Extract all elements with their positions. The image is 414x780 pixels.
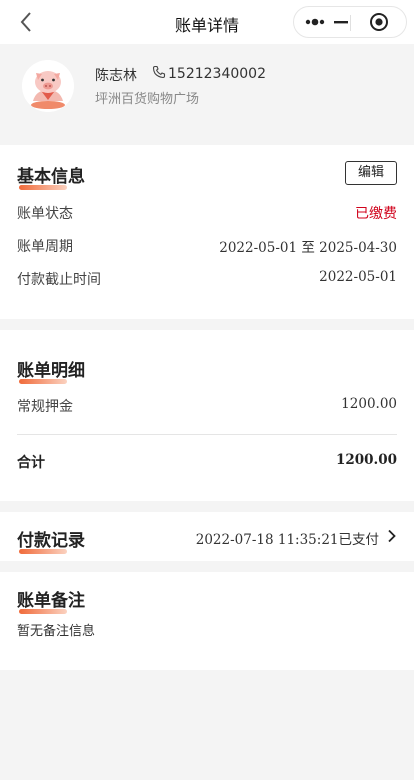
mini-program-capsule [293,6,407,38]
basic-info-card: 基本信息 编辑 账单状态 已缴费 账单周期 2022-05-01 至 2025-… [0,145,414,319]
tenant-address: 坪洲百货购物广场 [95,92,200,107]
total-value: 1200.00 [335,452,397,468]
tenant-profile: 陈志林 15212340002 坪洲百货购物广场 [0,44,414,126]
section-title-bill-detail: 账单明细 [17,356,85,384]
row-label: 账单状态 [17,206,73,222]
tenant-name: 陈志林 [95,68,137,84]
bill-detail-card: 账单明细 常规押金 1200.00 合计 1200.00 [0,330,414,501]
row-value: 2022-05-01 至 2025-04-30 [219,240,397,256]
navigation-bar: 账单详情 [0,0,414,44]
more-dots-icon[interactable] [294,7,350,37]
section-title-basic-info: 基本信息 [17,162,85,190]
target-close-icon[interactable] [351,7,407,37]
phone-icon [152,65,166,83]
remark-card: 账单备注 暂无备注信息 [0,572,414,670]
tenant-phone[interactable]: 15212340002 [152,65,266,83]
payment-record-card[interactable]: 付款记录 2022-07-18 11:35:21已支付 [0,512,414,561]
section-title-remark: 账单备注 [17,586,85,614]
row-label: 付款截止时间 [17,272,101,288]
status-badge: 已缴费 [355,206,397,222]
payment-summary-text: 2022-07-18 11:35:21已支付 [195,532,379,548]
chevron-right-icon [387,529,397,547]
divider [17,434,397,435]
phone-number: 15212340002 [168,66,266,82]
section-title-payment-record: 付款记录 [17,526,85,554]
row-label: 常规押金 [17,399,73,415]
payment-summary[interactable]: 2022-07-18 11:35:21已支付 [196,528,397,548]
row-value: 2022-05-01 [319,269,397,285]
pig-avatar-icon [22,60,74,112]
edit-button[interactable]: 编辑 [345,161,397,185]
row-value: 1200.00 [341,396,397,412]
total-label: 合计 [17,455,45,471]
row-label: 账单周期 [17,239,73,255]
